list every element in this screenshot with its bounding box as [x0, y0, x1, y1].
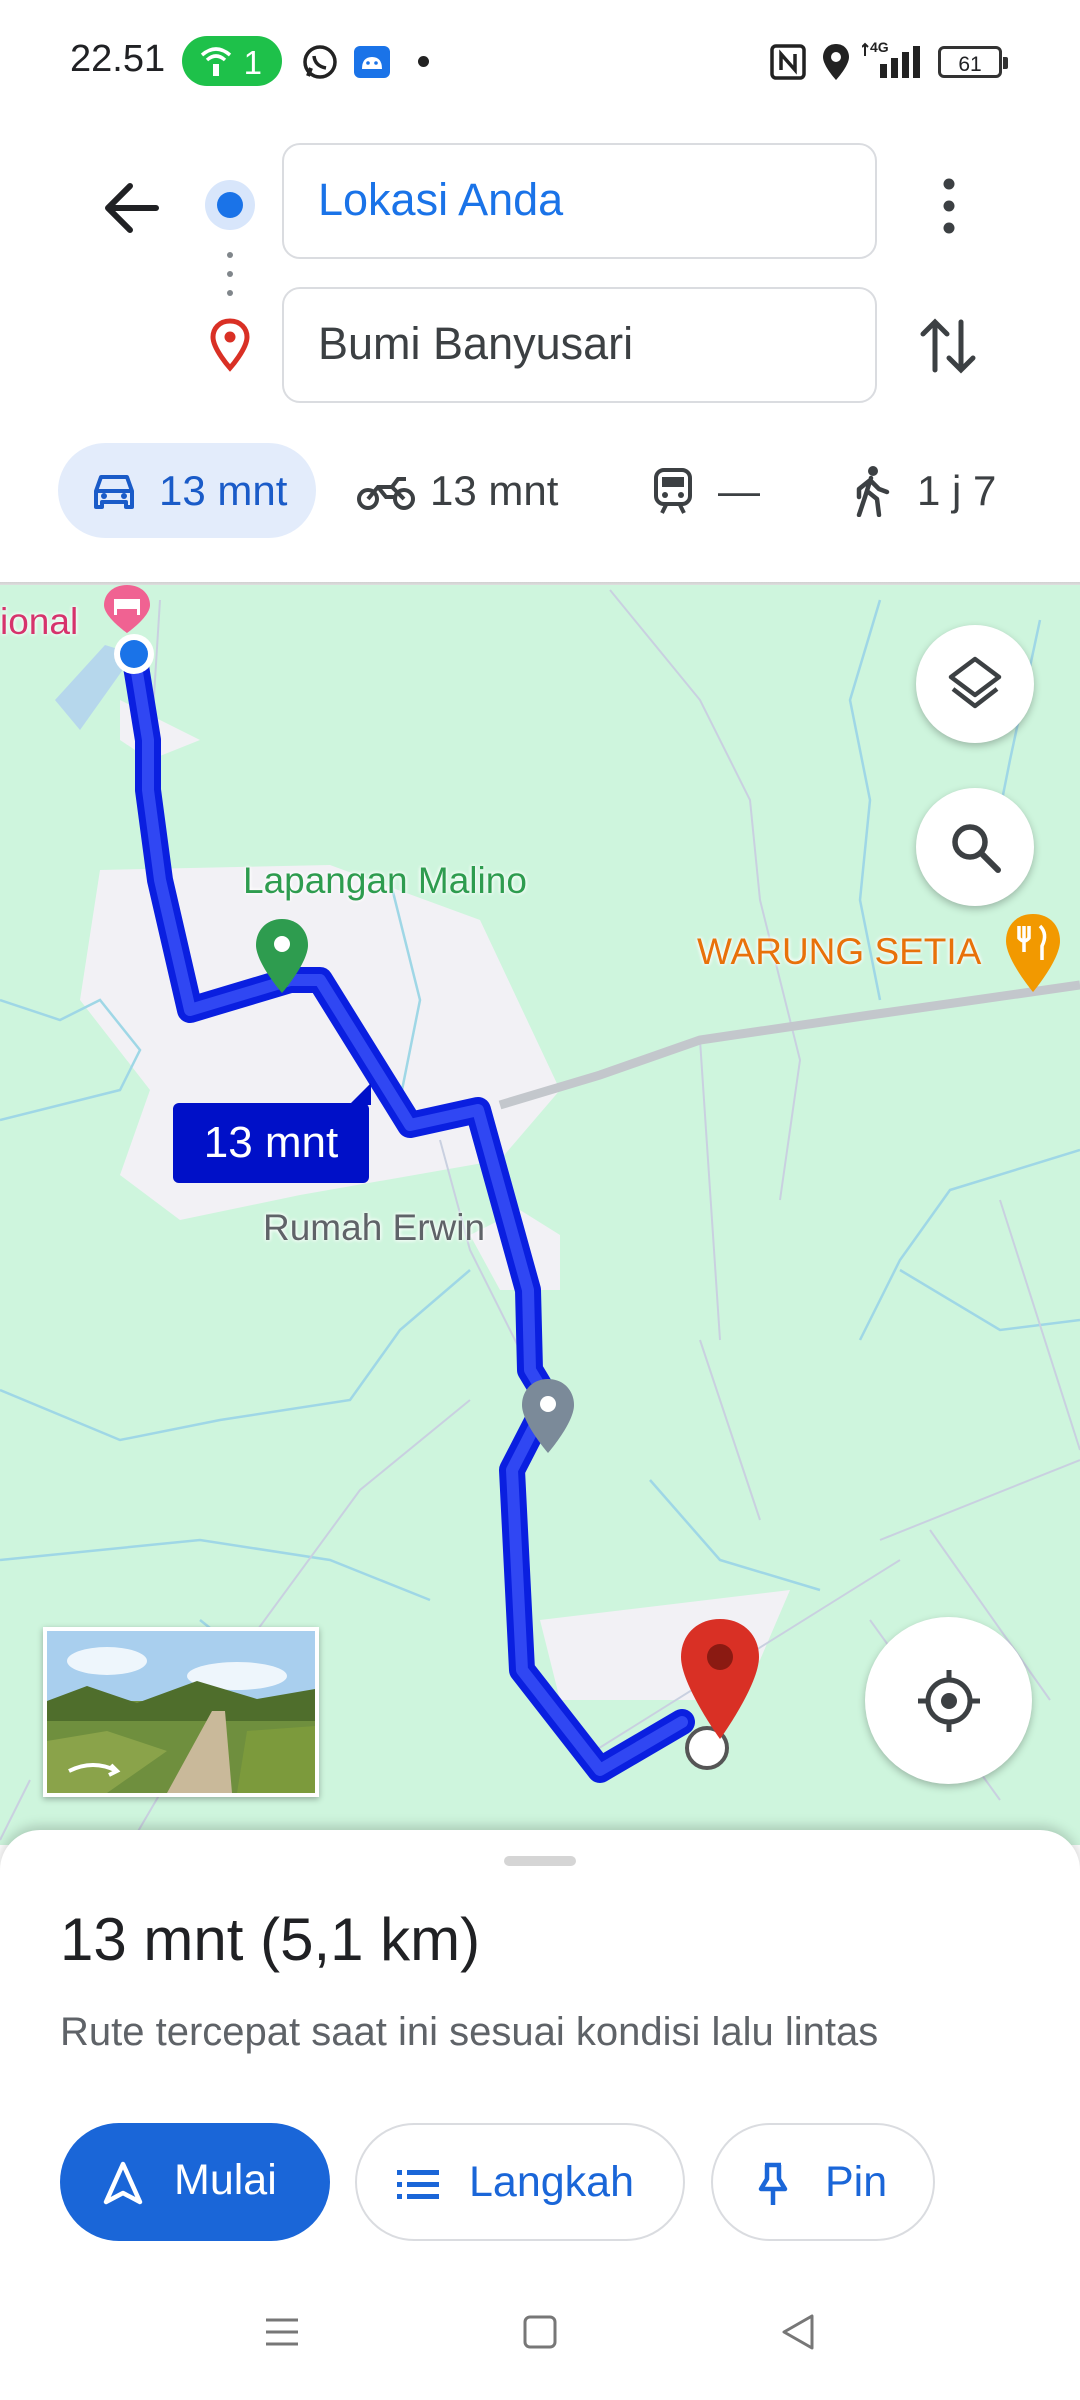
- pin-label: Pin: [825, 2158, 888, 2206]
- home-nav-icon[interactable]: [520, 2312, 560, 2352]
- swap-locations-button[interactable]: [915, 310, 981, 382]
- pin-button[interactable]: Pin: [711, 2123, 935, 2241]
- battery-indicator: 61: [938, 46, 1008, 78]
- mode-motorcycle-tab[interactable]: 13 mnt: [350, 443, 580, 538]
- pin-icon: [758, 2162, 788, 2205]
- destination-input[interactable]: Bumi Banyusari: [282, 287, 877, 403]
- navigation-arrow-icon: [103, 2161, 143, 2205]
- mode-car-tab[interactable]: 13 mnt: [58, 443, 316, 538]
- start-navigation-button[interactable]: Mulai: [60, 2123, 330, 2241]
- hotel-label[interactable]: ional: [0, 601, 78, 643]
- house-label[interactable]: Rumah Erwin: [263, 1207, 485, 1249]
- route-connector-icon: [227, 252, 233, 296]
- route-map[interactable]: ional Lapangan Malino WARUNG SETIA Rumah…: [0, 585, 1080, 1845]
- origin-dot-icon: [205, 180, 255, 230]
- menu-nav-icon[interactable]: [262, 2312, 302, 2352]
- hotspot-icon: [200, 47, 232, 76]
- my-location-icon: [918, 1670, 980, 1732]
- back-nav-icon[interactable]: [778, 2312, 818, 2352]
- nfc-icon: [770, 44, 806, 80]
- steps-button[interactable]: Langkah: [355, 2123, 685, 2241]
- destination-marker-icon: [210, 318, 250, 372]
- street-view-image: [47, 1631, 315, 1793]
- map-search-button[interactable]: [916, 788, 1034, 906]
- more-options-button[interactable]: [922, 170, 976, 242]
- route-summary: 13 mnt (5,1 km): [60, 1906, 481, 1973]
- sheet-drag-handle[interactable]: [504, 1856, 576, 1866]
- steps-label: Langkah: [469, 2158, 634, 2206]
- layers-icon: [948, 656, 1002, 709]
- destination-pin-icon[interactable]: [677, 1615, 763, 1743]
- mode-motorcycle-label: 13 mnt: [430, 467, 559, 514]
- warung-label[interactable]: WARUNG SETIA: [697, 931, 981, 973]
- whatsapp-icon: [303, 45, 337, 79]
- start-label: Mulai: [174, 2156, 277, 2204]
- hotspot-count: 1: [243, 44, 262, 81]
- mode-car-label: 13 mnt: [159, 467, 288, 514]
- train-icon: [654, 468, 692, 514]
- field-label[interactable]: Lapangan Malino: [243, 860, 527, 902]
- street-view-thumbnail[interactable]: [43, 1627, 319, 1797]
- restaurant-marker-icon[interactable]: [1002, 912, 1064, 996]
- route-description: Rute tercepat saat ini sesuai kondisi la…: [60, 2010, 879, 2054]
- my-location-button[interactable]: [865, 1617, 1032, 1784]
- location-icon: [823, 44, 849, 80]
- origin-input[interactable]: Lokasi Anda: [282, 143, 877, 259]
- signal-icon: 4G: [862, 39, 920, 78]
- mode-transit-tab[interactable]: —: [640, 443, 770, 538]
- motorcycle-icon: [357, 477, 415, 510]
- status-time: 22.51: [70, 38, 166, 80]
- route-eta-chip[interactable]: 13 mnt: [173, 1083, 371, 1183]
- network-type: 4G: [870, 39, 889, 55]
- mode-walk-tab[interactable]: 1 j 7: [845, 443, 1025, 538]
- hotel-marker-icon[interactable]: [96, 585, 158, 635]
- park-marker-icon[interactable]: [252, 917, 312, 997]
- android-debug-icon: [354, 46, 390, 78]
- swap-vert-icon: [920, 318, 976, 374]
- more-vert-icon: [943, 178, 955, 234]
- hotspot-badge: 1: [182, 36, 282, 86]
- place-marker-icon[interactable]: [518, 1377, 578, 1457]
- mode-transit-label: —: [718, 467, 760, 514]
- notification-dot-icon: [418, 56, 429, 67]
- back-button[interactable]: [96, 172, 168, 244]
- map-layers-button[interactable]: [916, 625, 1034, 743]
- status-bar: 22.51 1 4G 61: [0, 0, 1080, 125]
- mode-walk-label: 1 j 7: [917, 467, 997, 514]
- car-icon: [94, 475, 134, 509]
- list-icon: [397, 2170, 439, 2199]
- walk-icon: [856, 466, 890, 517]
- arrow-back-icon: [105, 183, 159, 233]
- search-icon: [952, 824, 1001, 873]
